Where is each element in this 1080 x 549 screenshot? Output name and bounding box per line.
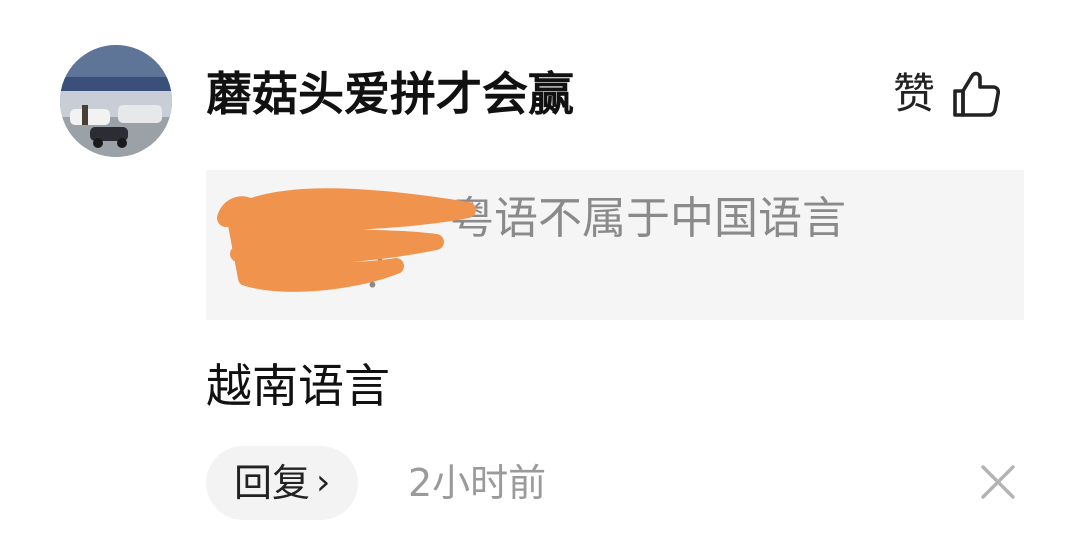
username[interactable]: 蘑菇头爱拼才会赢 xyxy=(206,64,574,124)
avatar[interactable] xyxy=(60,45,172,157)
quoted-comment-text: ０８７ｓｙ粤语不属于中国语言 吗？？？ xyxy=(230,192,990,300)
quoted-comment-tail: ？？ xyxy=(318,247,406,298)
like-label: 赞 xyxy=(893,69,936,118)
reply-label: 回复 xyxy=(234,461,311,505)
chevron-right-icon: › xyxy=(316,462,331,503)
quoted-comment[interactable]: ０８７ｓｙ粤语不属于中国语言 吗？？？ xyxy=(206,170,1024,320)
timestamp: 2小时前 xyxy=(408,461,547,505)
reply-button[interactable]: 回复 › xyxy=(206,446,359,520)
thumbs-up-icon xyxy=(953,71,1001,117)
avatar-image xyxy=(60,45,172,157)
like-button[interactable]: 赞 xyxy=(893,62,1001,126)
quoted-comment-visible-text: 粤语不属于中国语言 xyxy=(450,193,846,244)
comment-body: 越南语言 xyxy=(206,359,390,413)
close-icon[interactable] xyxy=(977,461,1019,503)
